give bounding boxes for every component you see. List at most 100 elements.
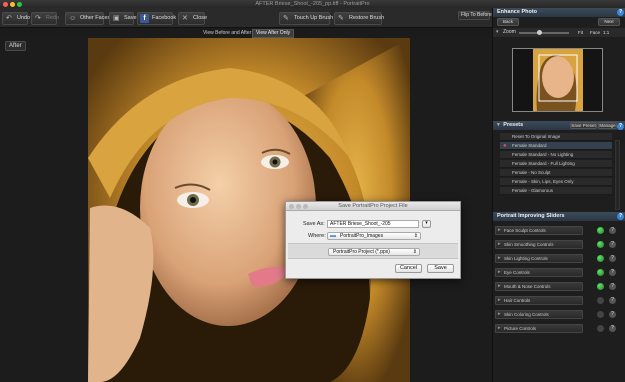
file-format-select[interactable]: PortraitPro Project (*.ppx) ⇕ <box>328 248 420 256</box>
preset-label: Reset To Original Image <box>512 134 561 139</box>
help-icon[interactable]: ? <box>609 311 616 318</box>
preset-label: Female - Glamorous <box>512 188 554 193</box>
tab-view-after-only[interactable]: View After Only <box>252 29 295 38</box>
app-window: AFTER Briese_Shoot_-205_pp.tiff - Portra… <box>0 0 625 382</box>
zoom-slider-thumb[interactable] <box>537 30 542 35</box>
help-icon[interactable]: ? <box>617 213 624 220</box>
undo-button[interactable]: ↶ Undo <box>2 12 31 25</box>
where-label: Where: <box>308 233 326 239</box>
touch-up-brush-label: Touch Up Brush <box>294 15 334 21</box>
slider-group-skin-lighting[interactable]: ▸ Skin Lighting Controls <box>495 254 583 263</box>
help-icon[interactable]: ? <box>609 283 616 290</box>
where-select[interactable]: ▬ PortraitPro_Images ⇕ <box>327 232 421 240</box>
slider-group-skin-coloring[interactable]: ▸ Skin Coloring Controls <box>495 310 583 319</box>
touch-up-brush-button[interactable]: ✎ Touch Up Brush <box>279 12 334 25</box>
tab-view-before-and-after[interactable]: View Before and After <box>200 29 254 38</box>
other-faces-button[interactable]: ☺ Other Faces <box>65 12 110 25</box>
help-icon[interactable]: ? <box>609 269 616 276</box>
slider-group-face-sculpt[interactable]: ▸ Face Sculpt Controls <box>495 226 583 235</box>
undo-icon: ↶ <box>6 15 12 22</box>
slider-group-hair[interactable]: ▸ Hair Controls <box>495 296 583 305</box>
preset-item-no-sculpt[interactable]: Female - No Sculpt <box>500 169 612 177</box>
portrait-sliders-header: Portrait Improving Sliders ? <box>493 212 625 221</box>
preset-label: Female Standard <box>512 143 547 148</box>
dialog-zoom-button <box>303 204 308 209</box>
enabled-toggle[interactable] <box>597 227 604 234</box>
enhance-photo-title: Enhance Photo <box>497 9 538 15</box>
dialog-close-button[interactable] <box>289 204 294 209</box>
navigator-preview[interactable] <box>512 48 603 112</box>
dialog-save-button[interactable]: Save <box>427 264 454 273</box>
preset-item-skin-lips-eyes[interactable]: Female - Skin, Lips, Eyes Only <box>500 178 612 186</box>
after-label: After <box>5 41 26 51</box>
presets-title: Presets <box>503 122 524 128</box>
slider-group-mouth-nose[interactable]: ▸ Mouth & Nose Controls <box>495 282 583 291</box>
help-icon[interactable]: ? <box>609 297 616 304</box>
save-preset-button[interactable]: Save Preset <box>570 122 597 129</box>
save-as-input[interactable]: AFTER Briese_Shoot_-205 <box>327 220 419 228</box>
slider-group-skin-smoothing[interactable]: ▸ Skin Smoothing Controls <box>495 240 583 249</box>
preset-item-no-lighting[interactable]: Female Standard - No Lighting <box>500 151 612 159</box>
flip-to-before-button[interactable]: Flip To Before <box>458 11 492 20</box>
facebook-icon: f <box>140 14 149 23</box>
chevron-down-icon[interactable]: ▾ <box>496 28 499 37</box>
zoom-slider[interactable] <box>519 30 569 35</box>
slider-group-picture[interactable]: ▸ Picture Controls <box>495 324 583 333</box>
chevron-right-icon: ▸ <box>498 269 501 275</box>
enabled-toggle[interactable] <box>597 283 604 290</box>
slider-group-eye[interactable]: ▸ Eye Controls <box>495 268 583 277</box>
enabled-toggle[interactable] <box>597 269 604 276</box>
preset-item-female-standard[interactable]: ● Female Standard <box>500 142 612 150</box>
chevron-down-icon: ▾ <box>425 220 428 226</box>
dialog-title: Save PortraitPro Project File <box>338 203 408 209</box>
redo-button[interactable]: ↷ Redo <box>31 12 60 25</box>
help-icon[interactable]: ? <box>609 241 616 248</box>
enabled-toggle[interactable] <box>597 241 604 248</box>
pin-icon: ● <box>503 143 507 149</box>
facebook-button[interactable]: f Facebook <box>137 12 176 25</box>
help-icon[interactable]: ? <box>609 325 616 332</box>
redo-icon: ↷ <box>35 15 41 22</box>
chevron-down-icon: ⇕ <box>412 249 417 255</box>
disabled-toggle[interactable] <box>597 311 604 318</box>
chevron-down-icon: ⇕ <box>413 233 418 239</box>
preset-label: Female - Skin, Lips, Eyes Only <box>512 179 574 184</box>
restore-brush-button[interactable]: ✎ Restore Brush <box>334 12 385 25</box>
help-icon[interactable]: ? <box>617 9 624 16</box>
where-value: PortraitPro_Images <box>340 233 384 239</box>
help-icon[interactable]: ? <box>609 227 616 234</box>
save-icon: ▣ <box>113 15 120 22</box>
disabled-toggle[interactable] <box>597 325 604 332</box>
format-area: PortraitPro Project (*.ppx) ⇕ <box>288 243 458 259</box>
enabled-toggle[interactable] <box>597 255 604 262</box>
preset-item-glamorous[interactable]: Female - Glamorous <box>500 187 612 195</box>
chevron-right-icon: ▸ <box>498 297 501 303</box>
preset-item-full-lighting[interactable]: Female Standard - Full Lighting <box>500 160 612 168</box>
flip-to-before-label: Flip To Before <box>461 12 492 18</box>
back-button[interactable]: Back <box>497 18 519 26</box>
close-button[interactable]: ✕ Close <box>178 12 207 25</box>
zoom-face-button[interactable]: Face <box>590 28 600 37</box>
chevron-down-icon[interactable]: ▾ <box>497 122 500 128</box>
slider-group-label: Hair Controls <box>504 298 531 303</box>
next-button[interactable]: Next <box>598 18 620 26</box>
help-icon[interactable]: ? <box>617 123 624 130</box>
faces-icon: ☺ <box>69 15 77 22</box>
window-title: AFTER Briese_Shoot_-205_pp.tiff - Portra… <box>255 1 370 7</box>
preset-item-reset[interactable]: Reset To Original Image <box>500 133 612 141</box>
expand-dialog-button[interactable]: ▾ <box>422 220 431 228</box>
restore-brush-label: Restore Brush <box>349 15 385 21</box>
undo-label: Undo <box>17 15 31 21</box>
save-button[interactable]: ▣ Save <box>109 12 137 25</box>
manage-presets-button[interactable]: Manage <box>598 122 617 129</box>
redo-label: Redo <box>46 15 60 21</box>
zoom-fit-button[interactable]: Fit <box>578 28 583 37</box>
slider-group-label: Skin Smoothing Controls <box>504 242 554 247</box>
zoom-1-1-button[interactable]: 1:1 <box>603 28 609 37</box>
save-label: Save <box>124 15 137 21</box>
disabled-toggle[interactable] <box>597 297 604 304</box>
file-format-value: PortraitPro Project (*.ppx) <box>333 249 390 255</box>
presets-scrollbar[interactable] <box>615 140 620 210</box>
help-icon[interactable]: ? <box>609 255 616 262</box>
cancel-button[interactable]: Cancel <box>395 264 422 273</box>
